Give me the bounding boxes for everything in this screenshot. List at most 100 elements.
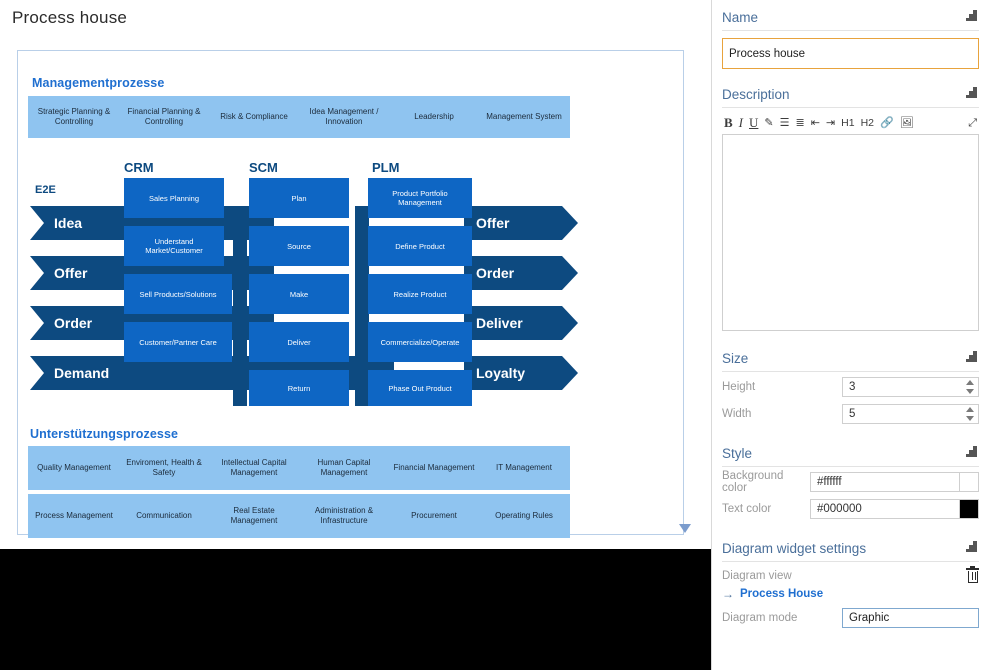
background-color-input[interactable] bbox=[810, 472, 978, 492]
style-section-resize-icon[interactable] bbox=[966, 446, 977, 457]
e2e-right-row-4[interactable]: Loyalty bbox=[464, 356, 578, 390]
e2e-right-row-2[interactable]: Order bbox=[464, 256, 578, 290]
properties-panel: Name Description B I U ✎ ☰ ≣ ⇤ bbox=[711, 0, 989, 670]
size-section-title: Size bbox=[722, 347, 979, 372]
image-icon[interactable]: 🖼 bbox=[900, 117, 914, 129]
mgmt-box-3[interactable]: Risk & Compliance bbox=[208, 96, 300, 138]
support-box-r1-5[interactable]: Financial Management bbox=[388, 446, 480, 490]
viewport-black-area bbox=[0, 549, 711, 670]
width-input[interactable] bbox=[842, 404, 979, 424]
name-section-resize-icon[interactable] bbox=[966, 10, 977, 21]
column-label-scm: SCM bbox=[249, 160, 278, 175]
size-section: Size Height Width bbox=[722, 347, 979, 426]
e2e-left-label-1: Idea bbox=[54, 215, 83, 231]
support-box-r2-5[interactable]: Procurement bbox=[388, 494, 480, 538]
name-section: Name bbox=[722, 6, 979, 69]
support-box-r1-6[interactable]: IT Management bbox=[478, 446, 570, 490]
italic-icon[interactable]: I bbox=[739, 116, 743, 129]
description-section-title: Description bbox=[722, 83, 979, 108]
crm-box-4[interactable]: Customer/Partner Care bbox=[124, 322, 232, 362]
delete-icon[interactable] bbox=[966, 566, 979, 583]
arrow-right-icon: → bbox=[722, 587, 734, 601]
mgmt-box-5[interactable]: Leadership bbox=[388, 96, 480, 138]
name-input[interactable] bbox=[722, 38, 979, 69]
heading-2-icon[interactable]: H2 bbox=[861, 117, 874, 129]
numbered-list-icon[interactable]: ≣ bbox=[796, 117, 805, 129]
e2e-right-row-3[interactable]: Deliver bbox=[464, 306, 578, 340]
support-processes-header: Unterstützungsprozesse bbox=[30, 427, 179, 441]
support-box-r2-4[interactable]: Administration & Infrastructure bbox=[298, 494, 390, 538]
plm-box-3[interactable]: Realize Product bbox=[368, 274, 472, 314]
name-section-title: Name bbox=[722, 6, 979, 31]
e2e-right-row-1[interactable]: Offer bbox=[464, 206, 578, 240]
diagram-mode-input[interactable] bbox=[842, 608, 979, 628]
height-stepper-arrows-icon[interactable] bbox=[966, 378, 975, 396]
e2e-left-label-3: Order bbox=[54, 315, 93, 331]
height-row: Height bbox=[722, 375, 979, 399]
text-color-row: Text color bbox=[722, 497, 979, 521]
support-box-r2-2[interactable]: Communication bbox=[118, 494, 210, 538]
e2e-right-label-4: Loyalty bbox=[476, 365, 526, 381]
plm-box-1[interactable]: Product Portfolio Management bbox=[368, 178, 472, 218]
description-section-resize-icon[interactable] bbox=[966, 87, 977, 98]
mgmt-box-2[interactable]: Financial Planning & Controlling bbox=[118, 96, 210, 138]
text-color-input[interactable] bbox=[810, 499, 978, 519]
crm-box-2[interactable]: Understand Market/Customer bbox=[124, 226, 224, 266]
style-section: Style Background color Text color bbox=[722, 442, 979, 521]
expand-icon[interactable]: ⤢ bbox=[968, 117, 977, 129]
mgmt-box-6[interactable]: Management System bbox=[478, 96, 570, 138]
scm-box-4[interactable]: Deliver bbox=[249, 322, 349, 362]
diagram-view-link-row[interactable]: → Process House bbox=[722, 588, 979, 600]
width-stepper[interactable] bbox=[842, 404, 979, 424]
e2e-right-label-3: Deliver bbox=[476, 315, 523, 331]
diagram-widget-settings-section: Diagram widget settings Diagram view → P… bbox=[722, 537, 979, 630]
text-color-swatch[interactable] bbox=[959, 499, 979, 519]
mgmt-box-1[interactable]: Strategic Planning & Controlling bbox=[28, 96, 120, 138]
bold-icon[interactable]: B bbox=[724, 116, 733, 129]
plm-box-5[interactable]: Phase Out Product bbox=[368, 370, 472, 406]
bullet-list-icon[interactable]: ☰ bbox=[780, 117, 790, 129]
support-box-r2-6[interactable]: Operating Rules bbox=[478, 494, 570, 538]
width-stepper-arrows-icon[interactable] bbox=[966, 405, 975, 423]
plm-box-2[interactable]: Define Product bbox=[368, 226, 472, 266]
width-label: Width bbox=[722, 408, 752, 420]
scm-box-1[interactable]: Plan bbox=[249, 178, 349, 218]
heading-1-icon[interactable]: H1 bbox=[841, 117, 854, 129]
scm-box-3[interactable]: Make bbox=[249, 274, 349, 314]
crm-box-1[interactable]: Sales Planning bbox=[124, 178, 224, 218]
width-row: Width bbox=[722, 402, 979, 426]
diagram-widget-resize-icon[interactable] bbox=[966, 541, 977, 552]
support-box-r2-3[interactable]: Real Estate Management bbox=[208, 494, 300, 538]
scm-box-2[interactable]: Source bbox=[249, 226, 349, 266]
diagram-canvas[interactable]: Process house Managementprozesse Strateg… bbox=[0, 0, 711, 670]
process-house-diagram: Managementprozesse Strategic Planning & … bbox=[0, 0, 711, 549]
column-label-plm: PLM bbox=[372, 160, 400, 175]
crm-box-3[interactable]: Sell Products/Solutions bbox=[124, 274, 232, 314]
support-box-r1-4[interactable]: Human Capital Management bbox=[298, 446, 390, 490]
support-box-r1-1[interactable]: Quality Management bbox=[28, 446, 120, 490]
e2e-left-label-4: Demand bbox=[54, 365, 110, 381]
description-textarea[interactable] bbox=[722, 134, 979, 331]
e2e-left-label-2: Offer bbox=[54, 265, 88, 281]
plm-box-4[interactable]: Commercialize/Operate bbox=[368, 322, 472, 362]
mgmt-box-4[interactable]: Idea Management / Innovation bbox=[298, 96, 390, 138]
increase-indent-icon[interactable]: ⇥ bbox=[826, 117, 835, 129]
background-color-row: Background color bbox=[722, 470, 979, 494]
background-color-swatch[interactable] bbox=[959, 472, 979, 492]
support-box-r1-2[interactable]: Enviroment, Health & Safety bbox=[118, 446, 210, 490]
diagram-view-link[interactable]: Process House bbox=[740, 588, 823, 600]
height-input[interactable] bbox=[842, 377, 979, 397]
diagram-mode-row: Diagram mode bbox=[722, 606, 979, 630]
rich-text-editor: B I U ✎ ☰ ≣ ⇤ ⇥ H1 H2 🔗 🖼 ⤢ bbox=[722, 114, 979, 331]
scm-box-5[interactable]: Return bbox=[249, 370, 349, 406]
support-box-r1-3[interactable]: Intellectual Capital Management bbox=[208, 446, 300, 490]
decrease-indent-icon[interactable]: ⇤ bbox=[811, 117, 820, 129]
support-box-r2-1[interactable]: Process Management bbox=[28, 494, 120, 538]
underline-icon[interactable]: U bbox=[749, 116, 758, 129]
e2e-right-label-2: Order bbox=[476, 265, 515, 281]
management-processes-header: Managementprozesse bbox=[32, 76, 165, 90]
size-section-resize-icon[interactable] bbox=[966, 351, 977, 362]
format-brush-icon[interactable]: ✎ bbox=[764, 117, 773, 129]
link-icon[interactable]: 🔗 bbox=[880, 117, 894, 129]
height-stepper[interactable] bbox=[842, 377, 979, 397]
